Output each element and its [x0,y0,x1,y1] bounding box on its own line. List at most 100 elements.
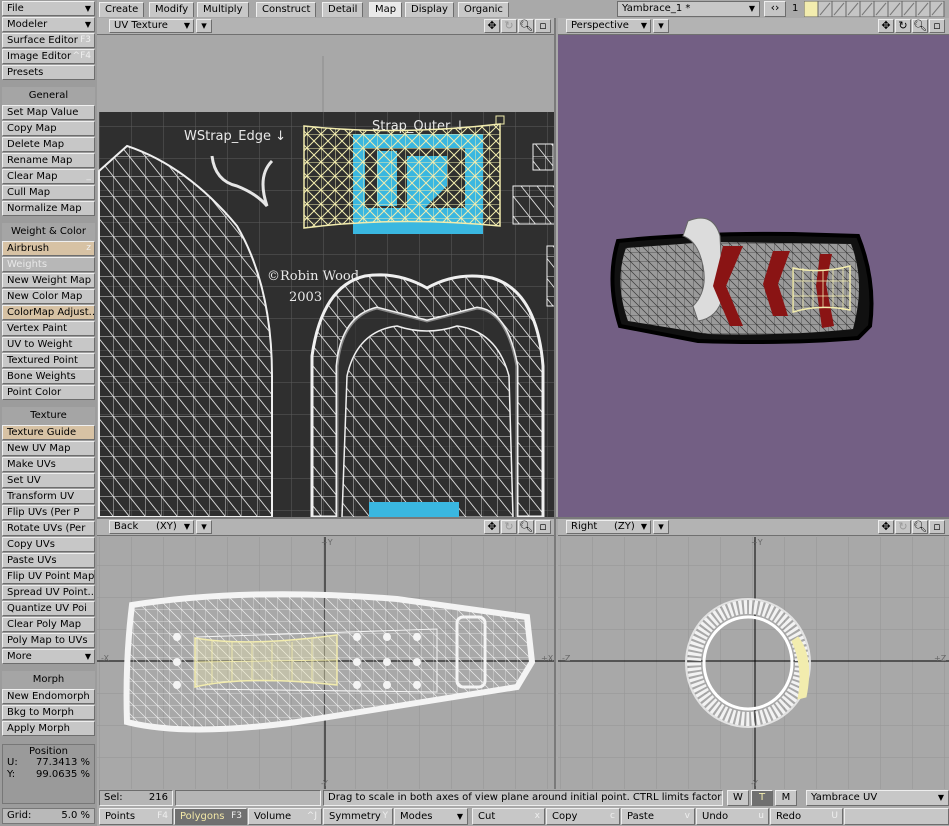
point-color-button[interactable]: Point Color [2,385,95,400]
new-uv-map-button[interactable]: New UV Map [2,441,95,456]
poly-map-to-uvs-button[interactable]: Poly Map to UVs [2,633,95,648]
symmetry-toggle[interactable]: Symmetry Y [323,808,393,825]
make-uvs-button[interactable]: Make UVs [2,457,95,472]
back-canvas[interactable]: +Y -Y -X +X [97,537,554,789]
paste-button[interactable]: Paste v [621,808,695,825]
viewport-options-icon[interactable]: ▾ [196,19,212,33]
surface-editor-button[interactable]: Surface Editor F3 [2,33,95,48]
clear-poly-map-button[interactable]: Clear Poly Map [2,617,95,632]
rename-map-button[interactable]: Rename Map [2,153,95,168]
rotate-view-icon[interactable]: ↻ [895,520,911,534]
clear-map-button[interactable]: Clear Map _ [2,169,95,184]
file-menu[interactable]: File [2,1,95,16]
tab-construct[interactable]: Construct [256,2,317,17]
m-toggle[interactable]: M [775,790,797,806]
undo-label: Undo [702,811,729,822]
volume-mode-button[interactable]: Volume ^J [248,808,322,825]
tab-create[interactable]: Create [99,2,145,17]
new-endomorph-button[interactable]: New Endomorph [2,689,95,704]
perspective-canvas[interactable] [558,36,949,517]
maximize-view-icon[interactable]: ▫ [929,520,945,534]
zoom-view-icon[interactable]: 🔍︎ [518,520,534,534]
view-type-selector[interactable]: Right (ZY) [566,520,651,534]
cull-map-button[interactable]: Cull Map [2,185,95,200]
spread-uv-point-button[interactable]: Spread UV Point... [2,585,95,600]
new-weight-map-button[interactable]: New Weight Map [2,273,95,288]
back-viewport[interactable]: Back (XY) ▾ ✥ ↻ 🔍︎ ▫ [97,519,556,789]
perspective-viewport[interactable]: Perspective ▾ ✥ ↻ 🔍︎ ▫ [558,18,949,517]
layer-buttons[interactable] [804,1,949,17]
copy-button[interactable]: Copy c [546,808,620,825]
uv-canvas[interactable]: +Y WStrap_Edge ↓ Strap_Out [97,36,554,517]
zoom-view-icon[interactable]: 🔍︎ [912,19,928,33]
image-editor-button[interactable]: Image Editor ^F4 [2,49,95,64]
texture-guide-button[interactable]: Texture Guide [2,425,95,440]
maximize-view-icon[interactable]: ▫ [535,520,551,534]
more-menu[interactable]: More [2,649,95,664]
weights-button[interactable]: Weights [2,257,95,272]
new-color-map-button[interactable]: New Color Map [2,289,95,304]
bkg-to-morph-button[interactable]: Bkg to Morph [2,705,95,720]
tab-multiply[interactable]: Multiply [197,2,249,17]
uv-texture-viewport[interactable]: UV Texture ▾ ✥ ↻ 🔍︎ ▫ +Y [97,18,556,517]
move-view-icon[interactable]: ✥ [484,520,500,534]
t-toggle[interactable]: T [751,790,773,806]
viewport-options-icon[interactable]: ▾ [653,19,669,33]
cut-button[interactable]: Cut x [472,808,545,825]
vertex-map-selector[interactable]: Yambrace UV ▼ [806,790,949,806]
scene-object-selector[interactable]: Yambrace_1 * [617,1,760,17]
zoom-view-icon[interactable]: 🔍︎ [518,19,534,33]
maximize-view-icon[interactable]: ▫ [535,19,551,33]
transform-uv-button[interactable]: Transform UV [2,489,95,504]
polygons-mode-button[interactable]: Polygons F3 [174,808,247,825]
tab-display[interactable]: Display [405,2,454,17]
rotate-view-icon[interactable]: ↻ [501,19,517,33]
set-uv-button[interactable]: Set UV [2,473,95,488]
uv-to-weight-button[interactable]: UV to Weight [2,337,95,352]
redo-button[interactable]: Redo U [770,808,843,825]
flip-uv-point-map-button[interactable]: Flip UV Point Map [2,569,95,584]
move-view-icon[interactable]: ✥ [878,520,894,534]
viewport-options-icon[interactable]: ▾ [196,520,212,534]
right-canvas[interactable]: +Y -Y -Z +Z [558,537,949,789]
tab-map[interactable]: Map [369,2,403,17]
prev-next-arrows-icon[interactable]: ‹› [764,1,786,17]
textured-point-button[interactable]: Textured Point [2,353,95,368]
apply-morph-button[interactable]: Apply Morph [2,721,95,736]
paste-uvs-button[interactable]: Paste UVs [2,553,95,568]
u-label: U: [7,757,18,768]
viewport-options-icon[interactable]: ▾ [653,520,669,534]
w-toggle[interactable]: W [727,790,749,806]
zoom-view-icon[interactable]: 🔍︎ [912,520,928,534]
undo-button[interactable]: Undo u [696,808,769,825]
vertex-paint-button[interactable]: Vertex Paint [2,321,95,336]
copy-uvs-button[interactable]: Copy UVs [2,537,95,552]
tab-detail[interactable]: Detail [322,2,364,17]
modes-menu[interactable]: Modes ▼ [394,808,468,825]
presets-button[interactable]: Presets [2,65,95,80]
flip-uvs-button[interactable]: Flip UVs (Per P [2,505,95,520]
rotate-view-icon[interactable]: ↻ [501,520,517,534]
view-type-selector[interactable]: Back (XY) [109,520,194,534]
modeler-menu[interactable]: Modeler [2,17,95,32]
tab-modify[interactable]: Modify [149,2,195,17]
weight-color-section-header: Weight & Color [2,223,95,241]
move-view-icon[interactable]: ✥ [484,19,500,33]
maximize-view-icon[interactable]: ▫ [929,19,945,33]
delete-map-button[interactable]: Delete Map [2,137,95,152]
colormap-adjust-button[interactable]: ColorMap Adjust... [2,305,95,320]
right-viewport[interactable]: Right (ZY) ▾ ✥ ↻ 🔍︎ ▫ +Y -Y -Z +Z [558,519,949,789]
normalize-map-button[interactable]: Normalize Map [2,201,95,216]
move-view-icon[interactable]: ✥ [878,19,894,33]
rotate-view-icon[interactable]: ↻ [895,19,911,33]
tab-organic[interactable]: Organic [458,2,509,17]
airbrush-button[interactable]: Airbrush z [2,241,95,256]
quantize-uv-button[interactable]: Quantize UV Poi [2,601,95,616]
set-map-value-button[interactable]: Set Map Value [2,105,95,120]
points-mode-button[interactable]: Points F4 [99,808,173,825]
rotate-uvs-button[interactable]: Rotate UVs (Per [2,521,95,536]
bone-weights-button[interactable]: Bone Weights [2,369,95,384]
view-type-selector[interactable]: UV Texture [109,19,194,33]
view-type-selector[interactable]: Perspective [566,19,651,33]
copy-map-button[interactable]: Copy Map [2,121,95,136]
